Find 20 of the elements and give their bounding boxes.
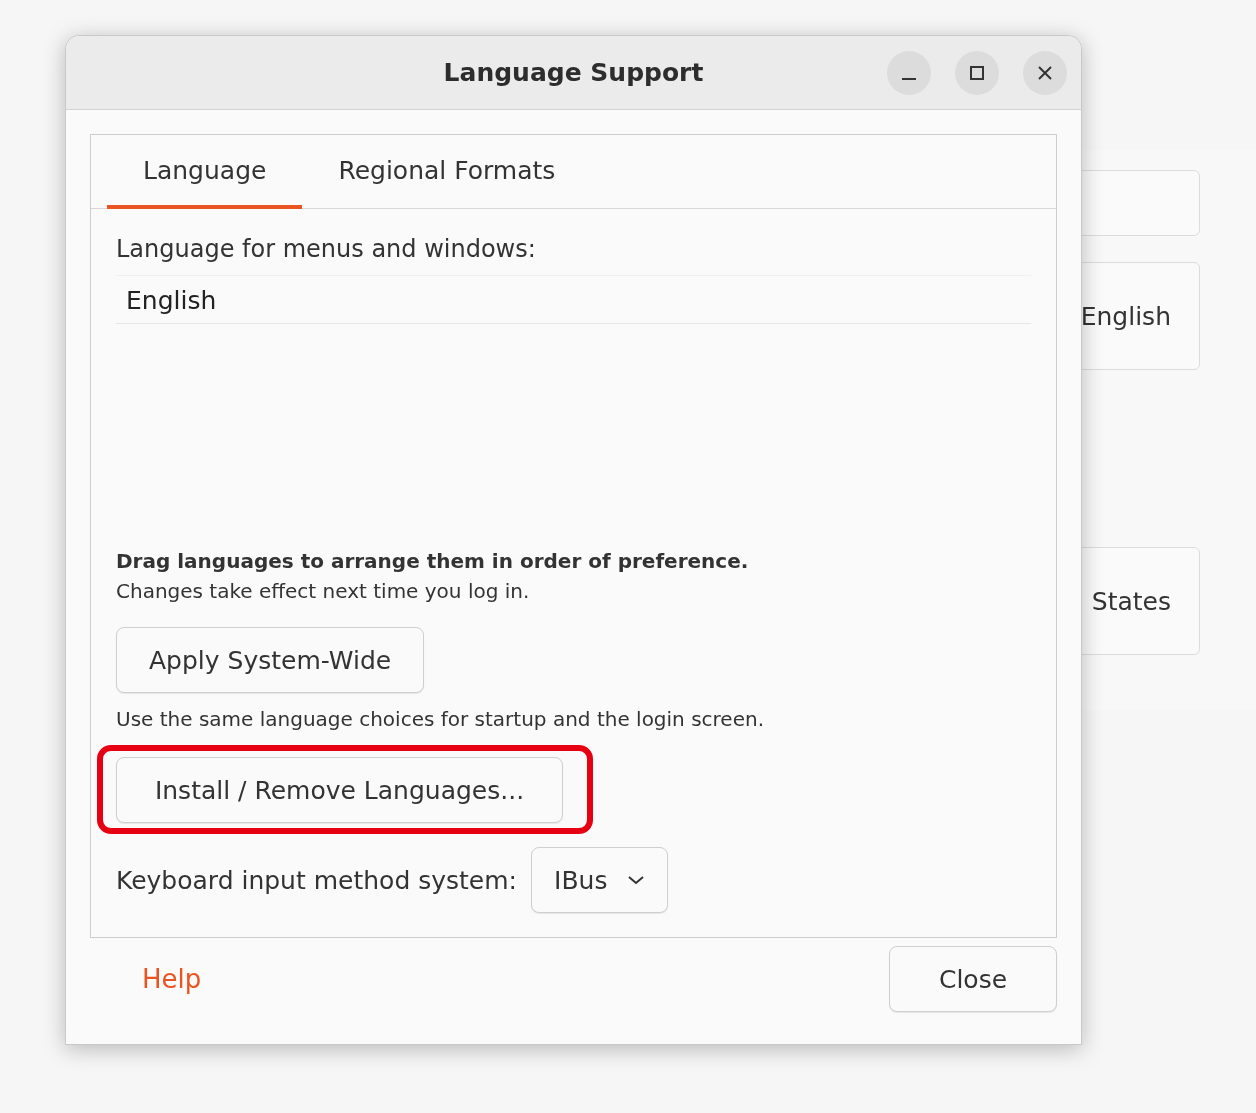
maximize-button[interactable] [955,51,999,95]
keyboard-input-label: Keyboard input method system: [116,865,517,895]
maximize-icon [969,65,985,81]
tab[interactable]: Regional Formats [302,135,592,209]
close-window-button[interactable] [1023,51,1067,95]
minimize-icon [902,78,916,80]
help-link[interactable]: Help [142,964,202,994]
tab[interactable]: Language [107,135,303,209]
install-remove-languages-button[interactable]: Install / Remove Languages... [116,757,563,823]
input-method-dropdown[interactable]: IBus [531,847,669,913]
drag-hint: Drag languages to arrange them in order of preference. [116,549,749,573]
language-list-item[interactable]: English [116,275,1031,324]
chevron-down-icon [627,874,646,886]
apply-note: Use the same language choices for startup and the login screen. [116,707,764,731]
window-title: Language Support [443,58,704,87]
section-heading: Language for menus and windows: [116,235,536,263]
apply-system-wide-button[interactable]: Apply System-Wide [116,627,425,693]
changes-note: Changes take effect next time you log in. [116,579,530,603]
close-icon [1037,65,1053,81]
close-button[interactable]: Close [889,946,1057,1012]
